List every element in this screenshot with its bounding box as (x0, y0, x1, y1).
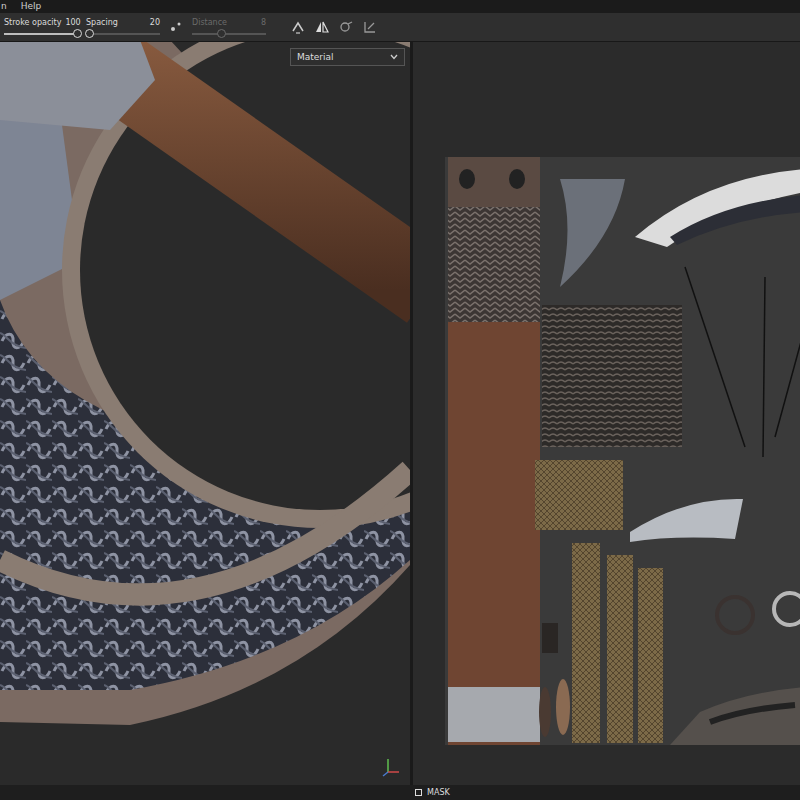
slider-value[interactable]: 100 (65, 17, 80, 28)
mask-checkbox[interactable] (415, 789, 422, 796)
axe-render (0, 42, 410, 785)
slider-group[interactable]: Spacing 20 (86, 17, 160, 38)
menu-item[interactable]: Help (21, 0, 42, 13)
slider-track[interactable] (86, 33, 160, 35)
uv-texture-sheet (445, 157, 800, 745)
status-bar: MASK (0, 785, 800, 800)
axis-gizmo-icon (380, 756, 402, 778)
slider-label: Distance (192, 17, 227, 28)
transform-icon[interactable] (362, 19, 378, 35)
slider-label: Spacing (86, 17, 118, 28)
slider-track[interactable] (4, 33, 78, 35)
dropdown-value: Material (297, 51, 334, 63)
slider-knob[interactable] (73, 29, 82, 38)
mask-label[interactable]: MASK (427, 788, 450, 797)
slider-group: Distance 8 (192, 17, 266, 38)
slider-group[interactable]: Stroke opacity 100 (4, 17, 78, 38)
slider-track (192, 33, 266, 35)
slider-value[interactable]: 8 (261, 17, 266, 28)
chevron-down-icon[interactable] (390, 54, 398, 60)
channel-dropdown[interactable]: Material (290, 48, 405, 66)
shape-icon[interactable] (338, 19, 354, 35)
slider-knob (217, 29, 226, 38)
slider-fill (4, 33, 78, 35)
slider-label: Stroke opacity (4, 17, 61, 28)
lazy-mouse-icon[interactable] (168, 19, 184, 35)
menu-bar: n Help (0, 0, 800, 13)
alignment-icon[interactable] (290, 19, 306, 35)
slider-knob[interactable] (85, 29, 94, 38)
symmetry-icon[interactable] (314, 19, 330, 35)
menu-item[interactable]: n (1, 0, 7, 13)
2d-viewport[interactable] (413, 42, 800, 785)
slider-value[interactable]: 20 (150, 17, 160, 28)
3d-viewport[interactable]: Material (0, 42, 410, 785)
toolbar: Stroke opacity 100 Spacing 20 Distance 8 (0, 13, 800, 42)
